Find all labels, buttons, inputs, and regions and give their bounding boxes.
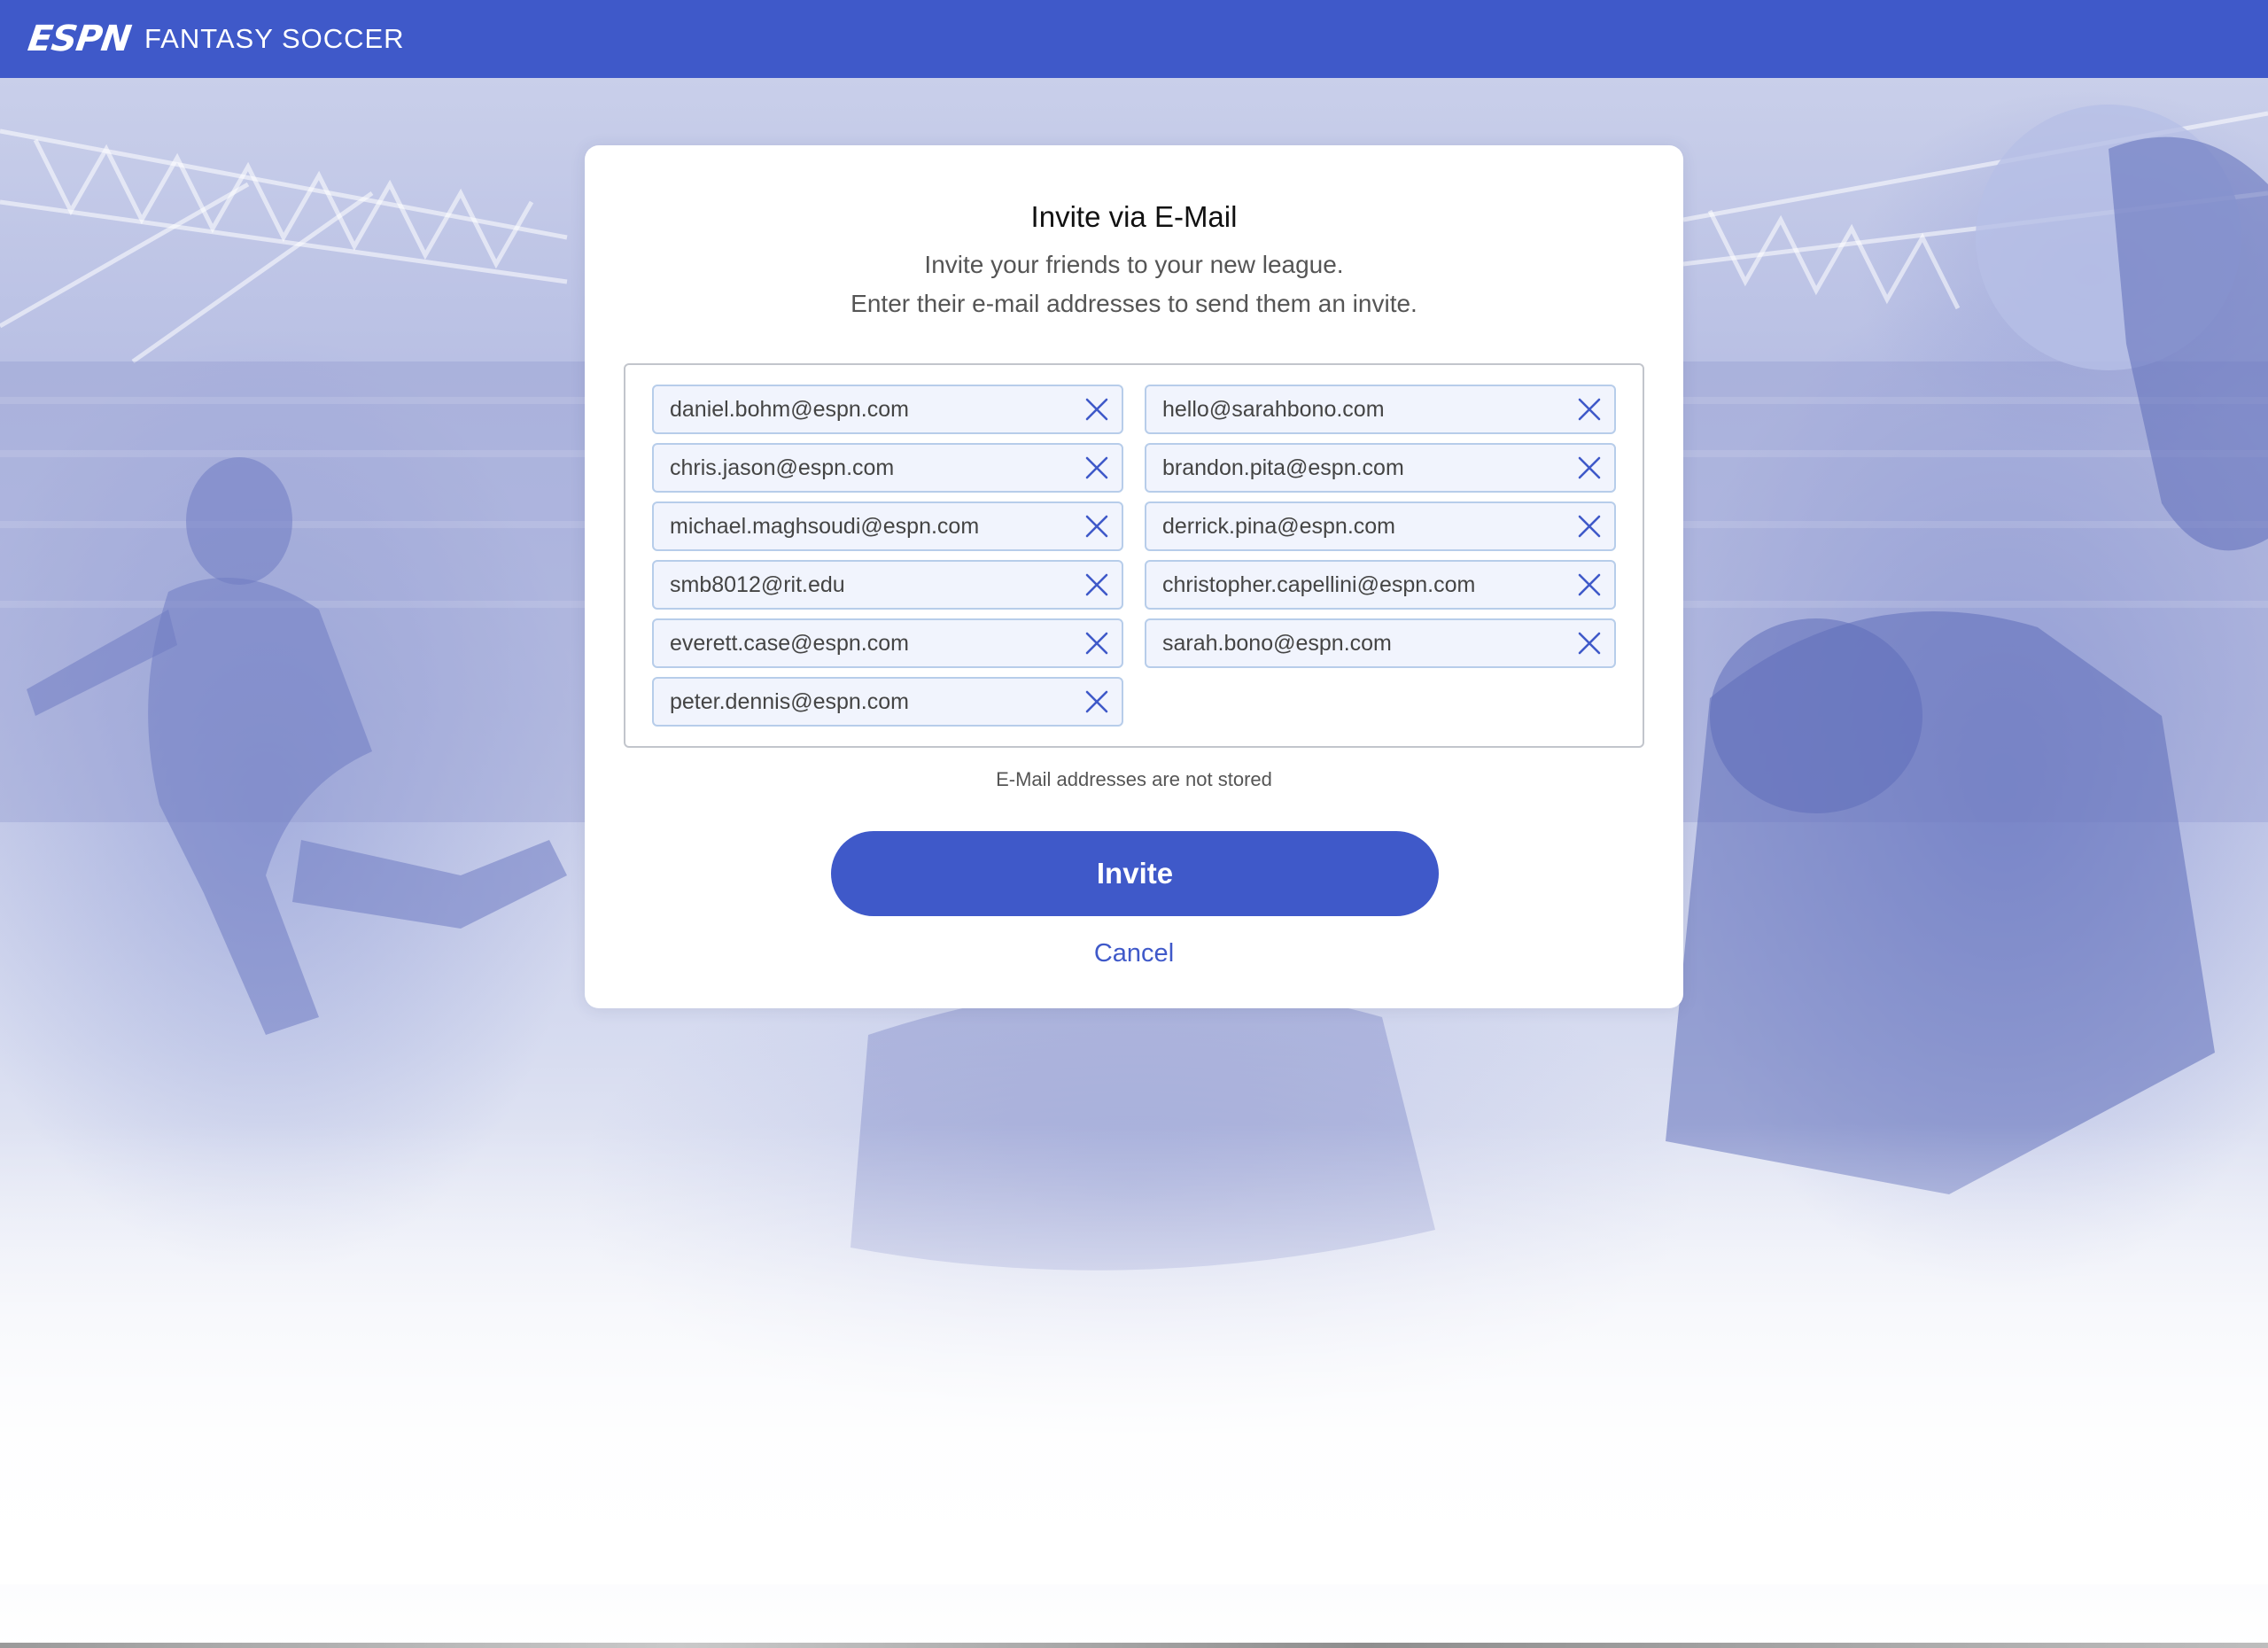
email-chip: michael.maghsoudi@espn.com xyxy=(652,501,1123,551)
email-chip: daniel.bohm@espn.com xyxy=(652,385,1123,434)
close-icon[interactable] xyxy=(1565,503,1614,549)
privacy-note: E-Mail addresses are not stored xyxy=(996,768,1272,790)
close-icon[interactable] xyxy=(1072,503,1122,549)
email-chip: sarah.bono@espn.com xyxy=(1145,618,1616,668)
modal-title: Invite via E-Mail xyxy=(1030,200,1238,233)
close-icon[interactable] xyxy=(1072,679,1122,725)
modal-subtitle-line-2: Enter their e-mail addresses to send the… xyxy=(850,290,1418,317)
email-chip-text: christopher.capellini@espn.com xyxy=(1162,571,1476,597)
background-fade xyxy=(0,1123,2268,1584)
email-chip-text: derrick.pina@espn.com xyxy=(1162,513,1395,539)
close-icon[interactable] xyxy=(1072,562,1122,608)
email-chip: everett.case@espn.com xyxy=(652,618,1123,668)
email-chip: smb8012@rit.edu xyxy=(652,560,1123,610)
close-icon[interactable] xyxy=(1565,445,1614,491)
email-chip-text: daniel.bohm@espn.com xyxy=(670,396,909,422)
app-title: FANTASY SOCCER xyxy=(144,23,405,54)
page: ESPN FANTASY SOCCER Invite via E-Mail In… xyxy=(0,0,2268,1648)
email-chip: chris.jason@espn.com xyxy=(652,443,1123,493)
email-chip-text: smb8012@rit.edu xyxy=(670,571,845,597)
email-chip: hello@sarahbono.com xyxy=(1145,385,1616,434)
email-chip-text: everett.case@espn.com xyxy=(670,630,909,656)
email-chip-text: brandon.pita@espn.com xyxy=(1162,455,1404,480)
close-icon[interactable] xyxy=(1565,386,1614,432)
modal-subtitle-line-1: Invite your friends to your new league. xyxy=(924,251,1344,278)
email-chip-text: sarah.bono@espn.com xyxy=(1162,630,1392,656)
email-chip: brandon.pita@espn.com xyxy=(1145,443,1616,493)
close-icon[interactable] xyxy=(1565,562,1614,608)
espn-logo[interactable]: ESPN xyxy=(26,19,133,59)
close-icon[interactable] xyxy=(1072,620,1122,666)
email-chip-text: chris.jason@espn.com xyxy=(670,455,895,480)
email-chip: peter.dennis@espn.com xyxy=(652,677,1123,727)
email-chip-text: michael.maghsoudi@espn.com xyxy=(670,513,980,539)
bottom-edge-strip xyxy=(0,1643,2268,1648)
email-addresses-field[interactable]: daniel.bohm@espn.com hello@sarahbono.com… xyxy=(624,363,1644,748)
top-navigation-bar: ESPN FANTASY SOCCER xyxy=(0,0,2268,78)
invite-button[interactable]: Invite xyxy=(831,831,1439,916)
email-chip: christopher.capellini@espn.com xyxy=(1145,560,1616,610)
email-chip: derrick.pina@espn.com xyxy=(1145,501,1616,551)
close-icon[interactable] xyxy=(1565,620,1614,666)
cancel-link[interactable]: Cancel xyxy=(0,939,2268,968)
close-icon[interactable] xyxy=(1072,386,1122,432)
email-chip-text: peter.dennis@espn.com xyxy=(670,688,909,714)
close-icon[interactable] xyxy=(1072,445,1122,491)
email-chip-text: hello@sarahbono.com xyxy=(1162,396,1385,422)
